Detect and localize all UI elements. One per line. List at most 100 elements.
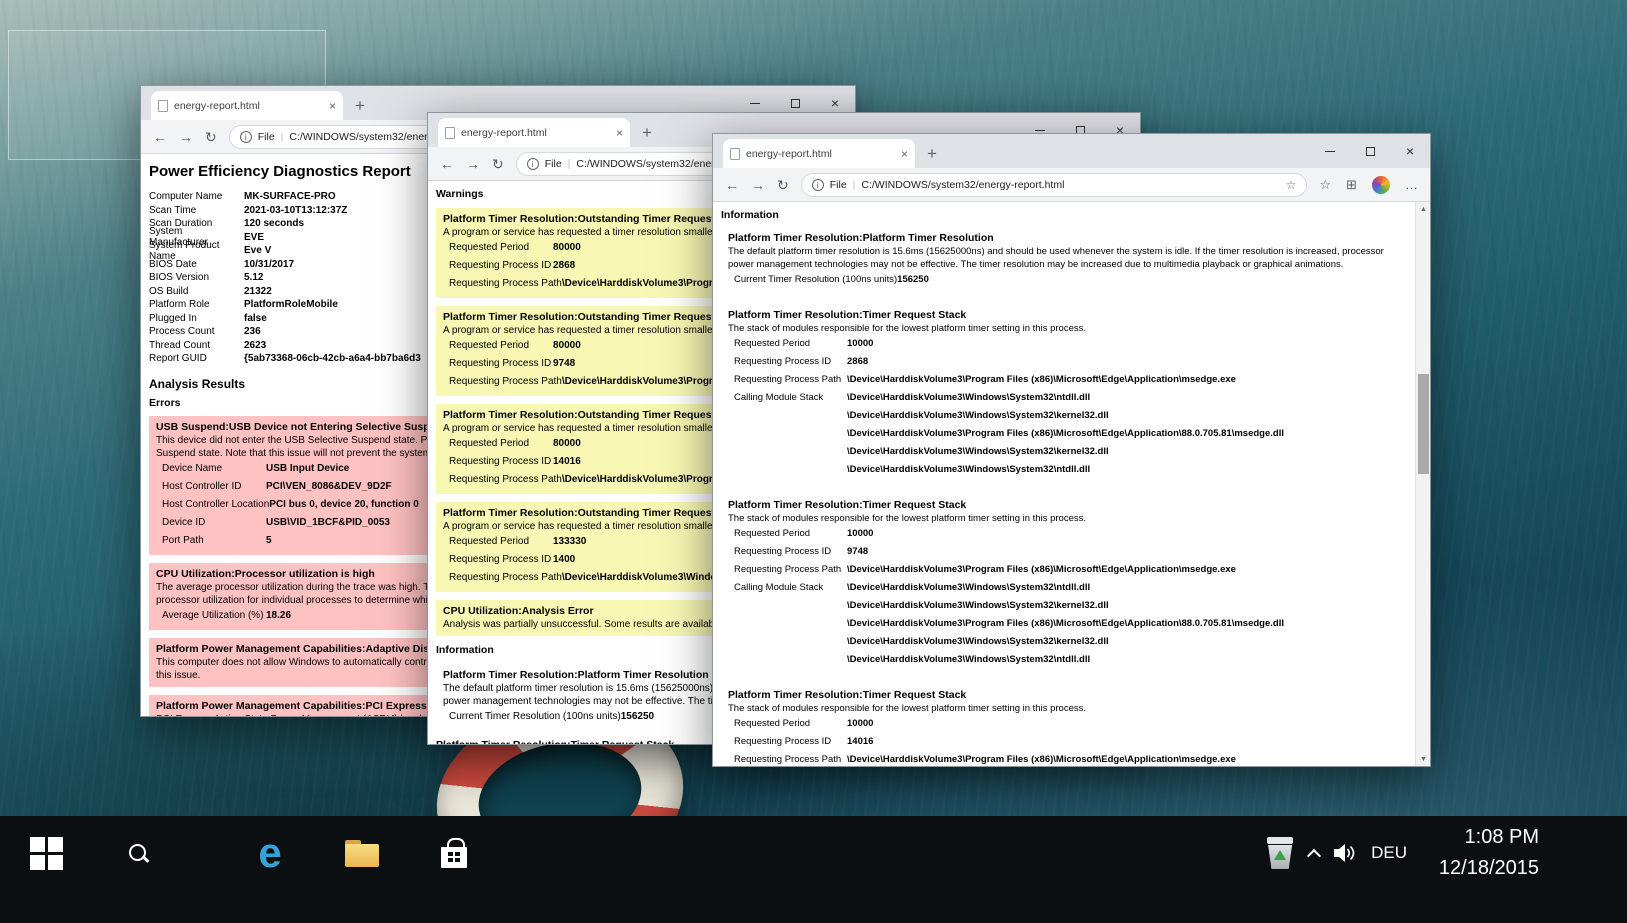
file-explorer-button[interactable] xyxy=(338,829,386,877)
profile-avatar[interactable] xyxy=(1372,175,1390,194)
close-button[interactable]: × xyxy=(1390,134,1430,168)
back-button[interactable]: ← xyxy=(440,157,454,171)
field-label xyxy=(728,407,847,425)
field-label xyxy=(728,461,847,479)
tab-close-icon[interactable]: × xyxy=(616,126,623,140)
url-separator: | xyxy=(280,130,284,143)
edge-icon: e xyxy=(258,829,282,876)
field-value: 14016 xyxy=(553,456,581,467)
recycle-bin-lid xyxy=(1267,837,1294,844)
refresh-button[interactable]: ↻ xyxy=(205,130,217,144)
clock-time: 1:08 PM xyxy=(1464,826,1539,848)
minimize-button[interactable] xyxy=(1310,134,1350,168)
description-text: this issue. xyxy=(156,669,201,681)
tab-title: energy-report.html xyxy=(174,99,260,112)
description-text: power management technologies may not be… xyxy=(728,259,1344,270)
field-label: Requesting Process ID xyxy=(449,456,552,467)
information-block: Platform Timer Resolution:Timer Request … xyxy=(721,304,1408,484)
scroll-down-icon[interactable]: ▼ xyxy=(1416,752,1430,766)
refresh-button[interactable]: ↻ xyxy=(777,178,789,192)
field-value: 2868 xyxy=(847,356,869,367)
back-button[interactable]: ← xyxy=(725,178,739,192)
field-value: \Device\HarddiskVolume3\Windows\System32… xyxy=(847,410,1109,421)
info-value: EVE xyxy=(244,231,265,243)
field-row: Requested Period 10000 xyxy=(728,335,1401,353)
field-label: Requesting Process ID xyxy=(734,356,832,367)
field-label: Requesting Process ID xyxy=(734,736,832,747)
windows-logo-icon xyxy=(29,836,63,870)
field-label: Calling Module Stack xyxy=(734,582,824,593)
new-tab-button[interactable]: + xyxy=(355,97,365,114)
field-label: Requesting Process Path xyxy=(449,278,562,289)
search-button[interactable] xyxy=(114,829,162,877)
tab-close-icon[interactable]: × xyxy=(329,99,336,113)
scrollbar-thumb[interactable] xyxy=(1418,374,1429,474)
recycle-bin-icon[interactable] xyxy=(1265,837,1295,869)
field-value: 18.26 xyxy=(266,609,292,621)
info-label: Scan Time xyxy=(149,204,197,216)
field-label: Requesting Process Path xyxy=(449,572,562,583)
language-indicator[interactable]: DEU xyxy=(1371,843,1407,863)
start-button[interactable] xyxy=(22,829,70,877)
file-info-icon: i xyxy=(811,178,824,191)
field-label: Device ID xyxy=(162,516,206,528)
tab-title: energy-report.html xyxy=(461,126,547,139)
screen: energy-report.html × + × ← → ↻ i File | … xyxy=(0,0,1627,923)
field-value: 9748 xyxy=(553,358,576,369)
information-description-line: The stack of modules responsible for the… xyxy=(728,322,1401,335)
file-info-icon: i xyxy=(239,130,252,143)
field-value: 80000 xyxy=(553,438,581,449)
field-row: \Device\HarddiskVolume3\Program Files (x… xyxy=(728,425,1401,443)
field-value: PCI bus 0, device 20, function 0 xyxy=(269,498,419,510)
field-label: Host Controller ID xyxy=(162,480,242,492)
field-row: Requesting Process Path \Device\Harddisk… xyxy=(728,371,1401,389)
volume-icon[interactable] xyxy=(1333,843,1357,863)
maximize-button[interactable] xyxy=(1350,134,1390,168)
field-label: Requesting Process Path xyxy=(734,564,842,575)
field-value: 80000 xyxy=(553,340,581,351)
favorites-icon[interactable]: ☆ xyxy=(1319,177,1331,193)
url-separator: | xyxy=(852,178,856,191)
settings-menu-icon[interactable]: … xyxy=(1405,177,1418,192)
field-value: 1400 xyxy=(553,554,576,565)
info-value: false xyxy=(244,312,267,324)
add-favorite-icon[interactable]: ☆ xyxy=(1286,178,1297,192)
show-hidden-icons-chevron[interactable] xyxy=(1307,848,1322,863)
url-scheme: File xyxy=(829,178,847,191)
forward-button[interactable]: → xyxy=(751,178,765,192)
info-label: Thread Count xyxy=(149,339,211,351)
back-button[interactable]: ← xyxy=(153,130,167,144)
description-text: The stack of modules responsible for the… xyxy=(728,513,1086,524)
information-description-line: The default platform timer resolution is… xyxy=(728,245,1401,258)
forward-button[interactable]: → xyxy=(179,130,193,144)
collections-icon[interactable]: ⊞ xyxy=(1346,177,1357,193)
info-value: PlatformRoleMobile xyxy=(244,299,338,311)
field-value: 9748 xyxy=(847,546,869,557)
browser-tab[interactable]: energy-report.html × xyxy=(723,139,915,168)
browser-tab[interactable]: energy-report.html × xyxy=(151,91,343,120)
taskbar-clock[interactable]: 1:08 PM 12/18/2015 xyxy=(1421,822,1539,884)
refresh-button[interactable]: ↻ xyxy=(492,157,504,171)
field-label xyxy=(728,651,847,669)
field-value: 133330 xyxy=(553,536,587,547)
vertical-scrollbar[interactable]: ▲ ▼ xyxy=(1415,202,1430,766)
field-label: Requesting Process Path xyxy=(449,376,562,387)
info-label: Platform Role xyxy=(149,299,210,311)
forward-button[interactable]: → xyxy=(466,157,480,171)
new-tab-button[interactable]: + xyxy=(642,124,652,141)
browser-tab[interactable]: energy-report.html × xyxy=(438,118,630,147)
tab-bar: energy-report.html × + × xyxy=(713,134,1430,168)
field-label: Requested Period xyxy=(449,536,530,547)
info-value: 5.12 xyxy=(244,272,264,284)
tab-close-icon[interactable]: × xyxy=(901,147,908,161)
page-favicon-icon xyxy=(445,126,455,139)
store-button[interactable] xyxy=(430,829,478,877)
field-value: \Device\HarddiskVolume3\Program Files (x… xyxy=(847,754,1236,765)
edge-taskbar-button[interactable]: e xyxy=(246,829,294,877)
new-tab-button[interactable]: + xyxy=(927,145,937,162)
field-value: 156250 xyxy=(620,711,655,722)
address-bar[interactable]: i File | C:/WINDOWS/system32/energy-repo… xyxy=(800,172,1308,197)
scroll-up-icon[interactable]: ▲ xyxy=(1416,202,1430,216)
field-row: \Device\HarddiskVolume3\Windows\System32… xyxy=(728,461,1401,479)
field-row: Calling Module Stack \Device\HarddiskVol… xyxy=(728,579,1401,597)
